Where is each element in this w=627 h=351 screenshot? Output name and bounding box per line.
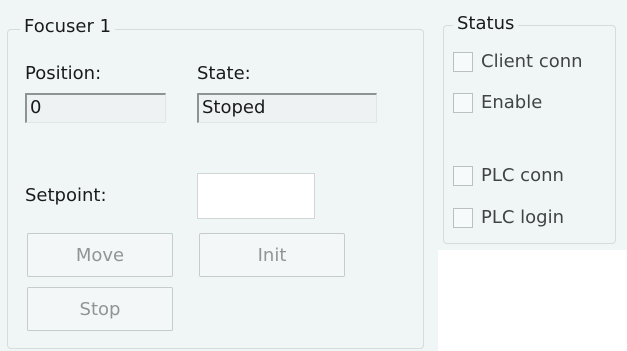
- position-field: 0: [25, 93, 166, 123]
- client-conn-checkbox[interactable]: [453, 52, 473, 72]
- state-field: Stoped: [197, 93, 377, 123]
- status-group-title: Status: [453, 13, 519, 35]
- enable-label: Enable: [481, 92, 543, 113]
- state-label: State:: [197, 63, 251, 84]
- setpoint-label: Setpoint:: [25, 185, 107, 206]
- client-conn-checkbox-row[interactable]: Client conn: [453, 51, 583, 73]
- plc-login-label: PLC login: [481, 207, 565, 228]
- init-button[interactable]: Init: [199, 233, 345, 277]
- setpoint-input[interactable]: [197, 173, 315, 219]
- position-label: Position:: [25, 63, 102, 84]
- enable-checkbox-row[interactable]: Enable: [453, 92, 542, 114]
- plc-conn-label: PLC conn: [481, 165, 564, 186]
- enable-checkbox[interactable]: [453, 93, 473, 113]
- client-conn-label: Client conn: [481, 51, 583, 72]
- plc-conn-checkbox[interactable]: [453, 166, 473, 186]
- focuser-group-title: Focuser 1: [20, 16, 116, 38]
- move-button[interactable]: Move: [27, 233, 173, 277]
- plc-conn-checkbox-row[interactable]: PLC conn: [453, 165, 564, 187]
- stop-button[interactable]: Stop: [27, 287, 173, 331]
- plc-login-checkbox-row[interactable]: PLC login: [453, 207, 564, 229]
- plc-login-checkbox[interactable]: [453, 208, 473, 228]
